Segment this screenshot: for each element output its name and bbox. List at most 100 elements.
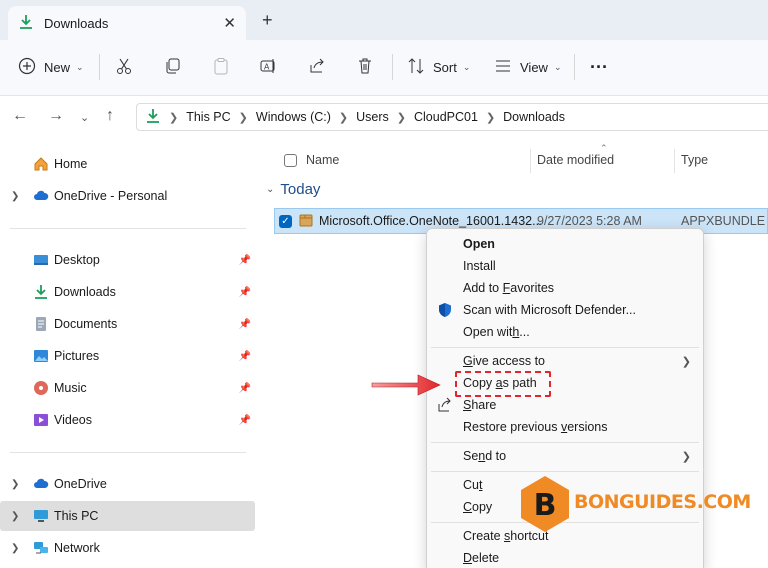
chevron-right-icon: ❯ [396, 111, 406, 124]
file-date: 9/27/2023 5:28 AM [537, 214, 642, 228]
pin-icon[interactable]: 📌 [239, 319, 251, 330]
sidebar-item-pictures[interactable]: Pictures 📌 [0, 341, 255, 371]
sidebar-item-label: Home [54, 157, 88, 171]
hexagon-logo-icon: B [521, 476, 569, 532]
menu-item-share[interactable]: Share [427, 394, 703, 416]
sidebar-item-onedrive-personal[interactable]: ❯ OneDrive - Personal [0, 181, 255, 211]
sidebar-item-this-pc[interactable]: ❯ This PC [0, 501, 255, 531]
close-tab-icon[interactable]: ✕ [223, 14, 236, 32]
menu-item-scan-defender[interactable]: Scan with Microsoft Defender... [427, 299, 703, 321]
back-arrow-icon[interactable]: ← [12, 107, 28, 125]
breadcrumb-users[interactable]: Users [356, 110, 389, 124]
sidebar-item-label: Network [54, 541, 100, 555]
sidebar-item-home[interactable]: Home [0, 149, 255, 179]
menu-item-open-with[interactable]: Open with... [427, 321, 703, 343]
share-button[interactable] [308, 52, 326, 82]
paste-button[interactable] [212, 52, 230, 82]
package-icon [298, 212, 314, 231]
sidebar-item-videos[interactable]: Videos 📌 [0, 405, 255, 435]
column-divider[interactable] [674, 149, 675, 173]
menu-item-install[interactable]: Install [427, 255, 703, 277]
sidebar-item-music[interactable]: Music 📌 [0, 373, 255, 403]
sort-chevron-icon: ⌃ [600, 143, 608, 153]
menu-item-restore-versions[interactable]: Restore previous versions [427, 416, 703, 438]
menu-item-delete[interactable]: Delete [427, 547, 703, 568]
cut-button[interactable] [115, 52, 133, 82]
forward-arrow-icon[interactable]: → [48, 107, 64, 125]
up-arrow-icon[interactable]: ↑ [106, 107, 114, 125]
command-bar: New ⌄ A Sort ⌄ View ⌄ ··· [0, 40, 768, 96]
column-type-header[interactable]: Type [681, 153, 708, 167]
menu-item-send-to[interactable]: Send to ❯ [427, 445, 703, 467]
menu-label: Send to [463, 449, 507, 463]
pin-icon[interactable]: 📌 [239, 383, 251, 394]
view-button[interactable]: View ⌄ [494, 52, 562, 82]
sidebar-item-documents[interactable]: Documents 📌 [0, 309, 255, 339]
pin-icon[interactable]: 📌 [239, 415, 251, 426]
menu-label: Delete [463, 551, 500, 565]
breadcrumb-this-pc[interactable]: This PC [186, 110, 230, 124]
menu-label: Cut [463, 478, 483, 492]
chevron-right-icon[interactable]: ❯ [11, 543, 19, 554]
column-date-header[interactable]: Date modified [537, 153, 614, 167]
download-icon [18, 14, 34, 33]
sidebar-divider [10, 452, 246, 453]
row-checkbox[interactable]: ✓ [279, 214, 292, 228]
menu-label: Copy [463, 500, 493, 514]
chevron-right-icon[interactable]: ❯ [11, 479, 19, 490]
address-row: ← → ⌄ ↑ ❯ This PC ❯ Windows (C:) ❯ Users… [0, 97, 768, 141]
sidebar-item-onedrive[interactable]: ❯ OneDrive [0, 469, 255, 499]
column-name-header[interactable]: Name [306, 153, 339, 167]
select-all-checkbox[interactable] [284, 154, 297, 167]
delete-button[interactable] [356, 52, 374, 82]
sort-button[interactable]: Sort ⌄ [407, 52, 470, 82]
new-button[interactable]: New ⌄ [18, 52, 84, 82]
address-bar[interactable]: ❯ This PC ❯ Windows (C:) ❯ Users ❯ Cloud… [136, 103, 768, 131]
music-icon [33, 380, 49, 396]
breadcrumb-downloads[interactable]: Downloads [503, 110, 565, 124]
sidebar-item-desktop[interactable]: Desktop 📌 [0, 245, 255, 275]
file-name: Microsoft.Office.OneNote_16001.1432... [319, 214, 541, 228]
pin-icon[interactable]: 📌 [239, 255, 251, 266]
trash-icon [356, 57, 374, 78]
pin-icon[interactable]: 📌 [239, 351, 251, 362]
menu-item-open[interactable]: Open [427, 233, 703, 255]
more-options-button[interactable]: ··· [590, 52, 608, 82]
svg-text:A: A [264, 62, 270, 71]
document-icon [33, 316, 49, 332]
chevron-down-icon: ⌄ [553, 61, 562, 72]
sidebar-item-label: Pictures [54, 349, 100, 363]
menu-separator [431, 442, 699, 443]
desktop-icon [33, 252, 49, 268]
recent-locations-chevron-icon[interactable]: ⌄ [80, 111, 89, 124]
sidebar-item-label: OneDrive - Personal [54, 189, 168, 203]
breadcrumb-user[interactable]: CloudPC01 [414, 110, 478, 124]
toolbar-divider [99, 54, 100, 80]
menu-item-add-to-favorites[interactable]: Add to Favorites [427, 277, 703, 299]
annotation-highlight-box [455, 371, 551, 397]
download-icon [145, 108, 161, 127]
copy-button[interactable] [164, 52, 182, 82]
chevron-right-icon[interactable]: ❯ [11, 511, 19, 522]
sidebar-item-network[interactable]: ❯ Network [0, 533, 255, 563]
chevron-right-icon: ❯ [338, 111, 349, 124]
breadcrumb-drive[interactable]: Windows (C:) [256, 110, 331, 124]
sidebar-item-label: OneDrive [54, 477, 107, 491]
picture-icon [33, 348, 49, 364]
share-icon [308, 57, 326, 78]
menu-item-give-access[interactable]: Give access to ❯ [427, 350, 703, 372]
tab-downloads[interactable]: Downloads ✕ [8, 6, 246, 40]
pin-icon[interactable]: 📌 [239, 287, 251, 298]
rename-button[interactable]: A [259, 52, 277, 82]
chevron-right-icon[interactable]: ❯ [11, 191, 19, 202]
copy-icon [164, 57, 182, 78]
chevron-right-icon: ❯ [485, 111, 496, 124]
group-header-today[interactable]: ⌄ Today [266, 181, 320, 198]
column-divider[interactable] [530, 149, 531, 173]
new-tab-button[interactable]: + [262, 10, 273, 31]
chevron-right-icon: ❯ [681, 355, 691, 368]
sidebar-item-label: Desktop [54, 253, 100, 267]
sort-label: Sort [433, 59, 457, 75]
sidebar-item-downloads[interactable]: Downloads 📌 [0, 277, 255, 307]
sidebar-item-label: Documents [54, 317, 118, 331]
